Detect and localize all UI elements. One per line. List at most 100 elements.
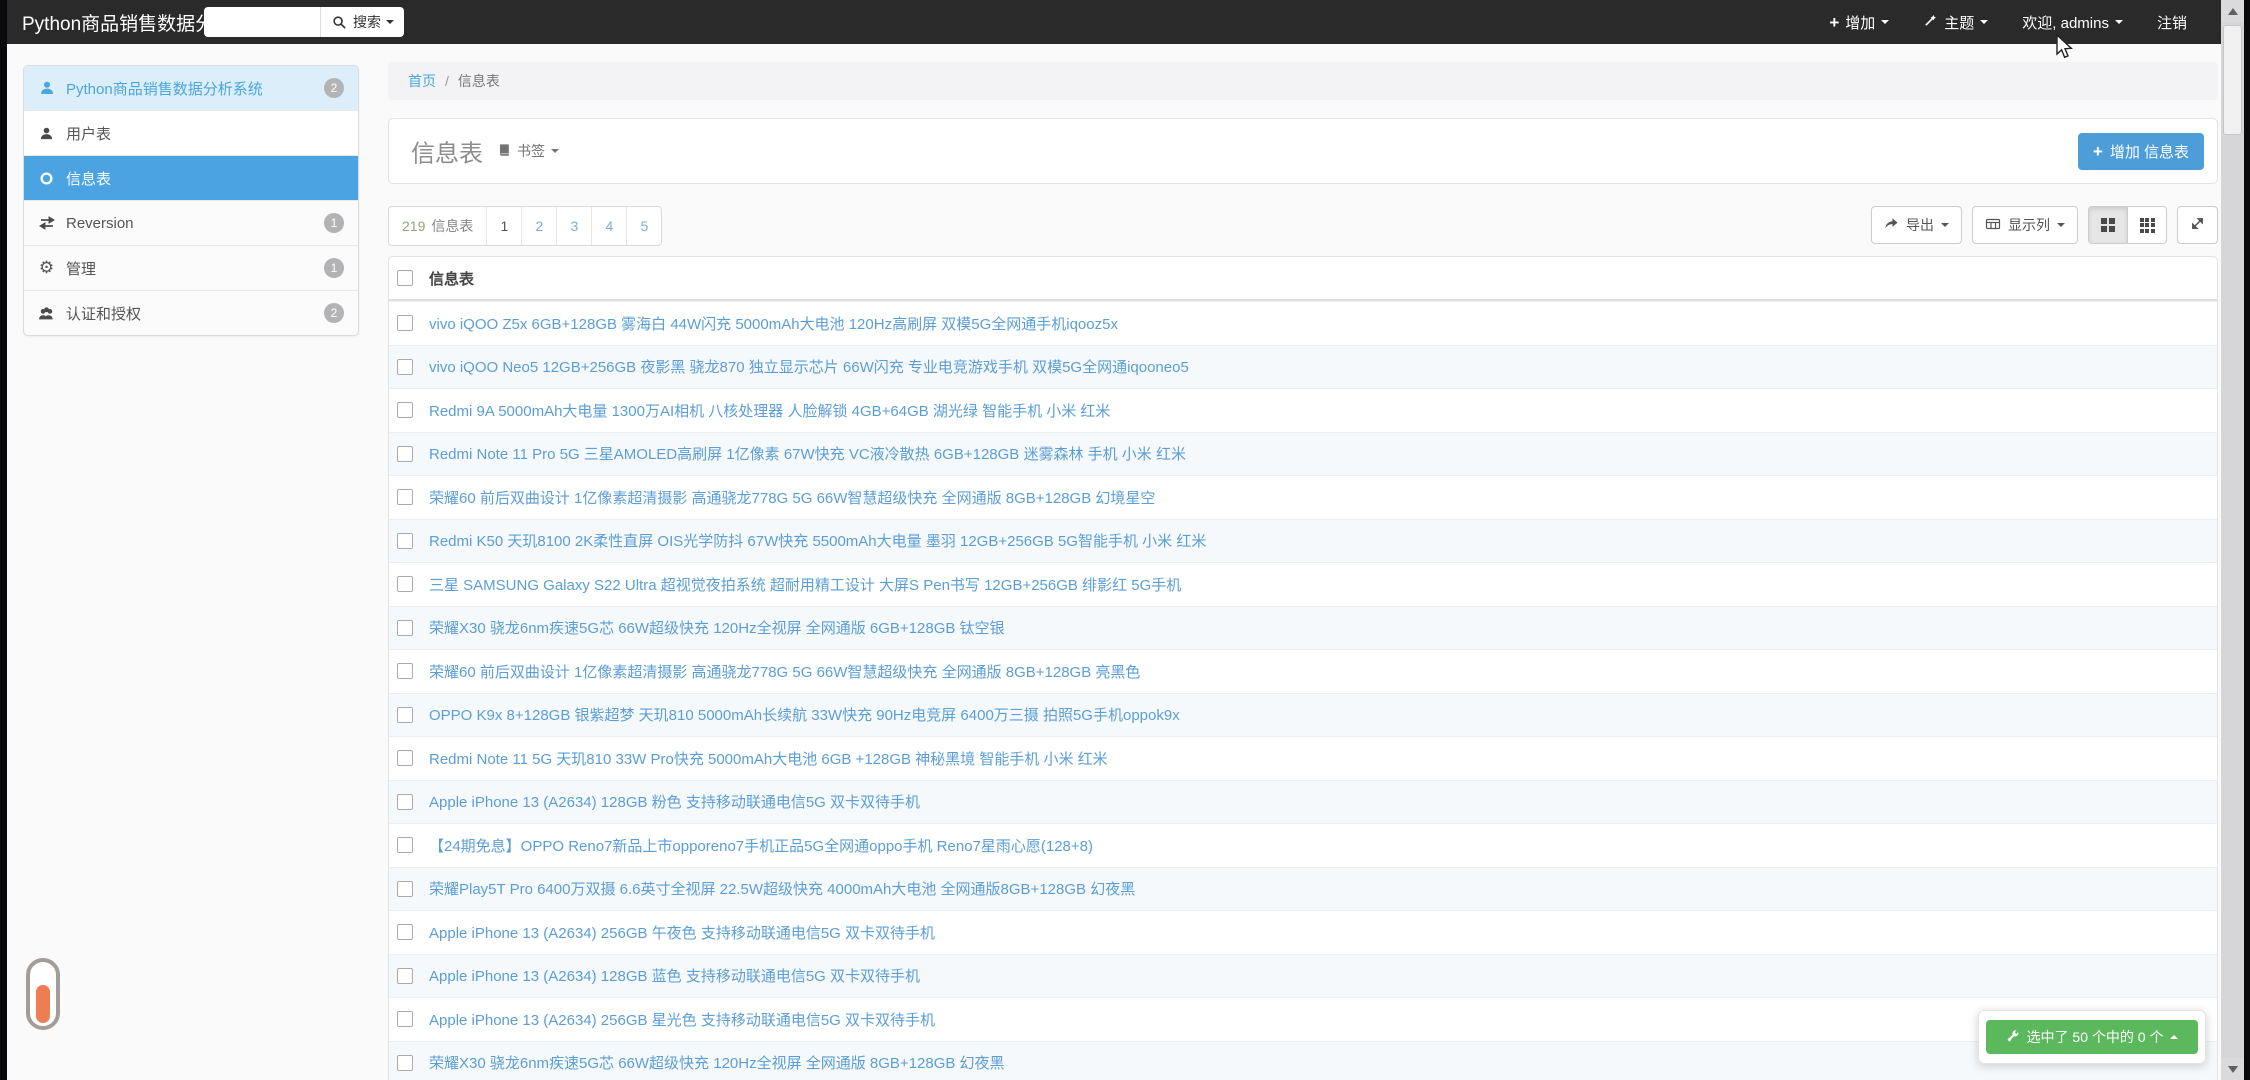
table-row[interactable]: Apple iPhone 13 (A2634) 128GB 蓝色 支持移动联通电… (389, 954, 2217, 998)
row-link[interactable]: 荣耀X30 骁龙6nm疾速5G芯 66W超级快充 120Hz全视屏 全网通版 6… (429, 617, 1005, 638)
results-table: 信息表 vivo iQOO Z5x 6GB+128GB 雾海白 44W闪充 50… (388, 256, 2218, 1080)
table-row[interactable]: 荣耀Play5T Pro 6400万双摄 6.6英寸全视屏 22.5W超级快充 … (389, 867, 2217, 911)
row-link[interactable]: Apple iPhone 13 (A2634) 128GB 粉色 支持移动联通电… (429, 791, 920, 812)
row-checkbox[interactable] (397, 924, 413, 940)
row-link[interactable]: vivo iQOO Z5x 6GB+128GB 雾海白 44W闪充 5000mA… (429, 313, 1118, 334)
add-record-button[interactable]: + 增加 信息表 (2078, 133, 2204, 170)
vertical-scrollbar[interactable] (2221, 0, 2244, 1080)
row-link[interactable]: Redmi K50 天玑8100 2K柔性直屏 OIS光学防抖 67W快充 55… (429, 530, 1206, 551)
row-checkbox[interactable] (397, 533, 413, 549)
breadcrumb-home-link[interactable]: 首页 (408, 71, 436, 91)
grid-large-view-button[interactable] (2089, 207, 2127, 243)
row-link[interactable]: 荣耀60 前后双曲设计 1亿像素超清摄影 高通骁龙778G 5G 66W智慧超级… (429, 661, 1140, 682)
row-link[interactable]: Apple iPhone 13 (A2634) 256GB 午夜色 支持移动联通… (429, 922, 935, 943)
scrollbar-down-button[interactable] (2221, 1058, 2244, 1080)
page-link-2[interactable]: 2 (521, 207, 556, 245)
th-icon (2140, 218, 2155, 233)
row-link[interactable]: Apple iPhone 13 (A2634) 128GB 蓝色 支持移动联通电… (429, 965, 920, 986)
th-large-icon (2101, 218, 2115, 232)
row-checkbox[interactable] (397, 750, 413, 766)
row-link[interactable]: vivo iQOO Neo5 12GB+256GB 夜影黑 骁龙870 独立显示… (429, 356, 1189, 377)
search-icon (331, 14, 348, 31)
magic-wand-icon (1923, 13, 1938, 32)
share-arrow-icon (1884, 216, 1899, 234)
user-icon (38, 80, 55, 97)
grid-small-view-button[interactable] (2127, 207, 2166, 243)
sidebar-item-reversion[interactable]: Reversion 1 (24, 200, 358, 245)
bookmark-label: 书签 (517, 141, 545, 161)
navbar-theme-menu[interactable]: 主题 (1923, 12, 1988, 33)
page-link-4[interactable]: 4 (591, 207, 626, 245)
scroll-progress-fill (36, 985, 50, 1023)
bookmark-dropdown[interactable]: 书签 (497, 141, 559, 161)
row-checkbox[interactable] (397, 707, 413, 723)
navbar-add-menu[interactable]: + 增加 (1829, 12, 1889, 33)
table-row[interactable]: Redmi Note 11 5G 天玑810 33W Pro快充 5000mAh… (389, 736, 2217, 780)
row-checkbox[interactable] (397, 359, 413, 375)
row-link[interactable]: 三星 SAMSUNG Galaxy S22 Ultra 超视觉夜拍系统 超耐用精… (429, 574, 1181, 595)
columns-button[interactable]: 显示列 (1972, 206, 2078, 244)
add-record-label: 增加 信息表 (2110, 141, 2189, 162)
sidebar-item-user-table[interactable]: 用户表 (24, 110, 358, 155)
row-link[interactable]: Redmi 9A 5000mAh大电量 1300万AI相机 八核处理器 人脸解锁… (429, 400, 1110, 421)
plus-icon: + (1829, 14, 1839, 31)
page-link-3[interactable]: 3 (556, 207, 591, 245)
logout-link[interactable]: 注销 (2157, 12, 2187, 33)
export-button[interactable]: 导出 (1871, 206, 1962, 244)
table-row[interactable]: 荣耀60 前后双曲设计 1亿像素超清摄影 高通骁龙778G 5G 66W智慧超级… (389, 475, 2217, 519)
table-row[interactable]: 三星 SAMSUNG Galaxy S22 Ultra 超视觉夜拍系统 超耐用精… (389, 562, 2217, 606)
row-checkbox[interactable] (397, 881, 413, 897)
row-checkbox[interactable] (397, 489, 413, 505)
row-link[interactable]: OPPO K9x 8+128GB 银紫超梦 天玑810 5000mAh长续航 3… (429, 704, 1180, 725)
row-checkbox[interactable] (397, 794, 413, 810)
columns-label: 显示列 (2008, 215, 2050, 235)
row-checkbox[interactable] (397, 663, 413, 679)
row-link[interactable]: 【24期免息】OPPO Reno7新品上市opporeno7手机正品5G全网通o… (429, 835, 1093, 856)
bulk-action-button[interactable]: 选中了 50 个中的 0 个 (1986, 1020, 2198, 1054)
search-input[interactable] (204, 7, 320, 37)
row-link[interactable]: 荣耀60 前后双曲设计 1亿像素超清摄影 高通骁龙778G 5G 66W智慧超级… (429, 487, 1155, 508)
row-checkbox[interactable] (397, 1055, 413, 1071)
sidebar-item-auth[interactable]: 认证和授权 2 (24, 290, 358, 335)
row-checkbox[interactable] (397, 576, 413, 592)
search-button[interactable]: 搜索 (320, 7, 404, 37)
row-link[interactable]: Redmi Note 11 Pro 5G 三星AMOLED高刷屏 1亿像素 67… (429, 443, 1186, 464)
table-row[interactable]: 【24期免息】OPPO Reno7新品上市opporeno7手机正品5G全网通o… (389, 823, 2217, 867)
sidebar-header[interactable]: Python商品销售数据分析系统 2 (24, 66, 358, 110)
sidebar-item-info-table[interactable]: 信息表 (24, 155, 358, 200)
table-row[interactable]: Redmi Note 11 Pro 5G 三星AMOLED高刷屏 1亿像素 67… (389, 432, 2217, 476)
table-row[interactable]: vivo iQOO Z5x 6GB+128GB 雾海白 44W闪充 5000mA… (389, 301, 2217, 345)
select-all-checkbox[interactable] (397, 270, 413, 286)
table-row[interactable]: vivo iQOO Neo5 12GB+256GB 夜影黑 骁龙870 独立显示… (389, 345, 2217, 389)
table-row[interactable]: Redmi 9A 5000mAh大电量 1300万AI相机 八核处理器 人脸解锁… (389, 388, 2217, 432)
row-checkbox[interactable] (397, 837, 413, 853)
page-link-1[interactable]: 1 (486, 207, 521, 245)
row-checkbox[interactable] (397, 1011, 413, 1027)
table-row[interactable]: Apple iPhone 13 (A2634) 256GB 午夜色 支持移动联通… (389, 910, 2217, 954)
scrollbar-up-button[interactable] (2221, 0, 2244, 22)
sidebar-item-management[interactable]: ⚙ 管理 1 (24, 245, 358, 290)
result-count-unit: 信息表 (431, 216, 473, 236)
row-link[interactable]: 荣耀X30 骁龙6nm疾速5G芯 66W超级快充 120Hz全视屏 全网通版 8… (429, 1052, 1005, 1073)
table-row[interactable]: Apple iPhone 13 (A2634) 128GB 粉色 支持移动联通电… (389, 780, 2217, 824)
row-checkbox[interactable] (397, 402, 413, 418)
table-row[interactable]: Apple iPhone 13 (A2634) 256GB 星光色 支持移动联通… (389, 997, 2217, 1041)
table-row[interactable]: OPPO K9x 8+128GB 银紫超梦 天玑810 5000mAh长续航 3… (389, 693, 2217, 737)
breadcrumb-separator: / (445, 73, 449, 89)
sidebar-item-label: 认证和授权 (66, 303, 141, 324)
row-checkbox[interactable] (397, 446, 413, 462)
table-row[interactable]: 荣耀X30 骁龙6nm疾速5G芯 66W超级快充 120Hz全视屏 全网通版 6… (389, 606, 2217, 650)
row-link[interactable]: Apple iPhone 13 (A2634) 256GB 星光色 支持移动联通… (429, 1009, 935, 1030)
fullscreen-button[interactable] (2177, 206, 2218, 244)
table-row[interactable]: 荣耀X30 骁龙6nm疾速5G芯 66W超级快充 120Hz全视屏 全网通版 8… (389, 1041, 2217, 1080)
row-checkbox[interactable] (397, 315, 413, 331)
row-link[interactable]: Redmi Note 11 5G 天玑810 33W Pro快充 5000mAh… (429, 748, 1108, 769)
page-link-5[interactable]: 5 (626, 207, 661, 245)
row-checkbox[interactable] (397, 620, 413, 636)
row-checkbox[interactable] (397, 968, 413, 984)
table-row[interactable]: Redmi K50 天玑8100 2K柔性直屏 OIS光学防抖 67W快充 55… (389, 519, 2217, 563)
scrollbar-thumb[interactable] (2223, 25, 2242, 135)
table-row[interactable]: 荣耀60 前后双曲设计 1亿像素超清摄影 高通骁龙778G 5G 66W智慧超级… (389, 649, 2217, 693)
navbar-user-menu[interactable]: 欢迎, admins (2022, 12, 2123, 33)
row-link[interactable]: 荣耀Play5T Pro 6400万双摄 6.6英寸全视屏 22.5W超级快充 … (429, 878, 1135, 899)
